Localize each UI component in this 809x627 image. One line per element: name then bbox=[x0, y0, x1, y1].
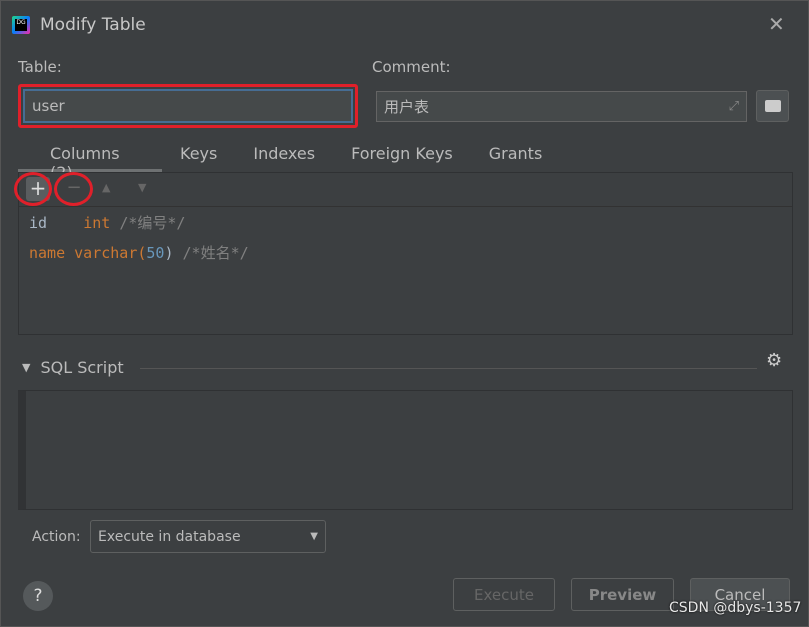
sql-script-label: SQL Script bbox=[40, 358, 124, 377]
tab-keys[interactable]: Keys bbox=[162, 140, 235, 172]
expand-icon[interactable]: ⤢ bbox=[729, 99, 739, 114]
action-label: Action: bbox=[32, 529, 81, 545]
chevron-down-icon: ▼ bbox=[310, 531, 318, 542]
table-label: Table: bbox=[18, 58, 62, 76]
move-down-button[interactable]: ▼ bbox=[138, 181, 146, 194]
preview-button[interactable]: Preview bbox=[571, 578, 674, 611]
remove-circle-highlight bbox=[54, 172, 93, 206]
comment-input[interactable]: 用户表 ⤢ bbox=[376, 91, 747, 122]
sql-script-editor[interactable] bbox=[18, 390, 793, 510]
add-circle-highlight bbox=[14, 172, 52, 206]
comment-label: Comment: bbox=[372, 58, 451, 76]
speech-bubble-icon bbox=[764, 100, 781, 112]
tab-bar: Columns (2) Keys Indexes Foreign Keys Gr… bbox=[18, 140, 793, 182]
move-up-button[interactable]: ▲ bbox=[102, 181, 110, 194]
close-icon[interactable]: ✕ bbox=[768, 12, 785, 36]
gear-icon[interactable]: ⚙ bbox=[766, 350, 782, 371]
execute-button[interactable]: Execute bbox=[453, 578, 555, 611]
tab-grants[interactable]: Grants bbox=[471, 140, 561, 172]
tab-columns[interactable]: Columns (2) bbox=[18, 140, 162, 182]
column-row-id[interactable]: id int /*编号*/ bbox=[29, 212, 185, 233]
help-button[interactable]: ? bbox=[23, 581, 53, 611]
window-title: Modify Table bbox=[40, 15, 146, 35]
comment-value: 用户表 bbox=[384, 98, 430, 116]
toolbar-divider bbox=[19, 206, 792, 207]
tab-indexes[interactable]: Indexes bbox=[235, 140, 333, 172]
sql-script-toggle[interactable]: ▼ SQL Script bbox=[22, 358, 124, 377]
table-name-value: user bbox=[32, 97, 65, 115]
comment-edit-button[interactable] bbox=[756, 90, 789, 122]
tab-foreign-keys[interactable]: Foreign Keys bbox=[333, 140, 471, 172]
triangle-down-icon: ▼ bbox=[22, 361, 31, 374]
watermark: CSDN @dbys-1357 bbox=[669, 600, 802, 616]
column-row-name[interactable]: name varchar(50) /*姓名*/ bbox=[29, 242, 249, 263]
table-name-input[interactable]: user bbox=[23, 89, 353, 123]
separator bbox=[140, 368, 757, 369]
app-icon: DG bbox=[12, 16, 30, 34]
action-select[interactable]: Execute in database ▼ bbox=[90, 520, 326, 553]
